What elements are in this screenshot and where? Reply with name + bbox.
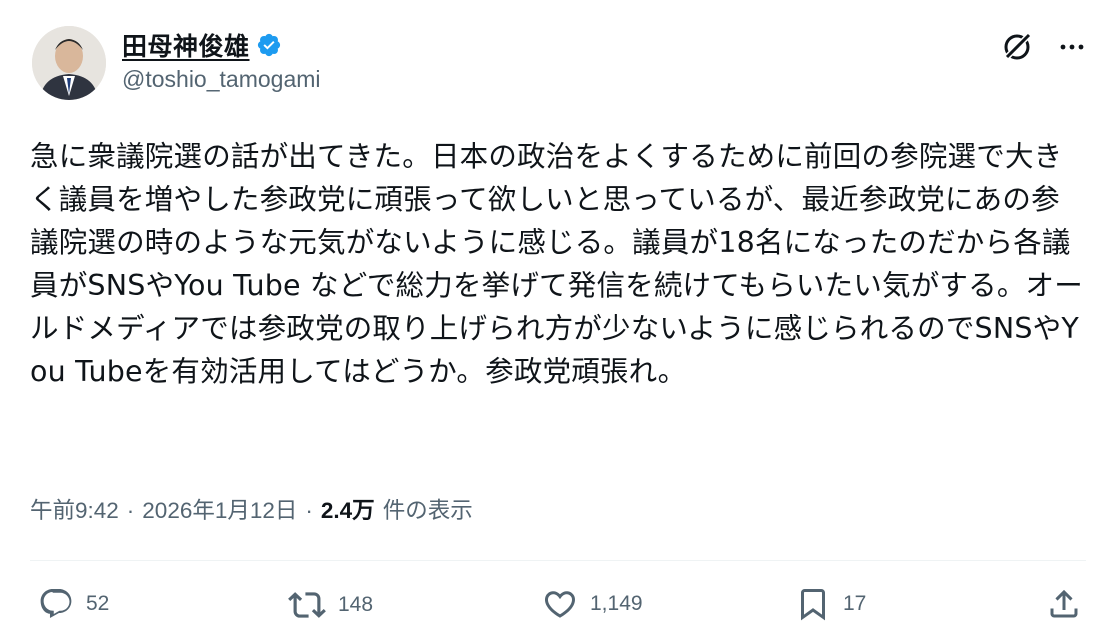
repost-button[interactable]: 148 [288,586,373,624]
tweet: 田母神俊雄 @toshio_tamogami 急に衆議院選の話が出てきた。日本の… [0,0,1106,643]
like-count: 1,149 [590,592,643,615]
reply-count: 52 [86,592,110,615]
verified-badge-icon[interactable] [256,32,282,58]
like-icon [542,586,578,622]
more-icon[interactable] [1058,33,1086,61]
bookmark-count: 17 [843,592,867,615]
meta-separator: · [305,498,313,523]
meta-separator: · [126,498,135,523]
bookmark-button[interactable]: 17 [795,586,866,622]
bookmark-icon [795,586,831,622]
grok-icon[interactable] [1000,30,1034,64]
post-date[interactable]: 2026年1月12日 [142,493,297,525]
avatar-image [32,26,106,100]
repost-count: 148 [338,593,374,616]
like-button[interactable]: 1,149 [542,586,643,622]
views-label: 件の表示 [382,498,473,523]
share-button[interactable] [1046,586,1082,622]
post-time[interactable]: 午前9:42 [30,493,119,525]
author-info: 田母神俊雄 @toshio_tamogami [122,28,321,93]
post-text: 急に衆議院選の話が出てきた。日本の政治をよくするために前回の参院選で大きく議員を… [30,140,1083,388]
top-actions [1000,30,1086,64]
reply-button[interactable]: 52 [38,586,109,622]
divider [30,560,1086,561]
author-name-row: 田母神俊雄 [122,28,321,62]
author-handle[interactable]: @toshio_tamogami [122,66,321,93]
repost-icon [288,586,326,624]
share-icon [1046,586,1082,622]
action-bar: 52 148 1,149 17 [38,586,1083,626]
views-count: 2.4万 [320,498,375,523]
reply-icon [38,586,74,622]
post-meta: 午前9:42 · 2026年1月12日 · 2.4万 件の表示 [30,493,473,525]
author-display-name[interactable]: 田母神俊雄 [122,27,250,63]
avatar[interactable] [32,26,106,100]
